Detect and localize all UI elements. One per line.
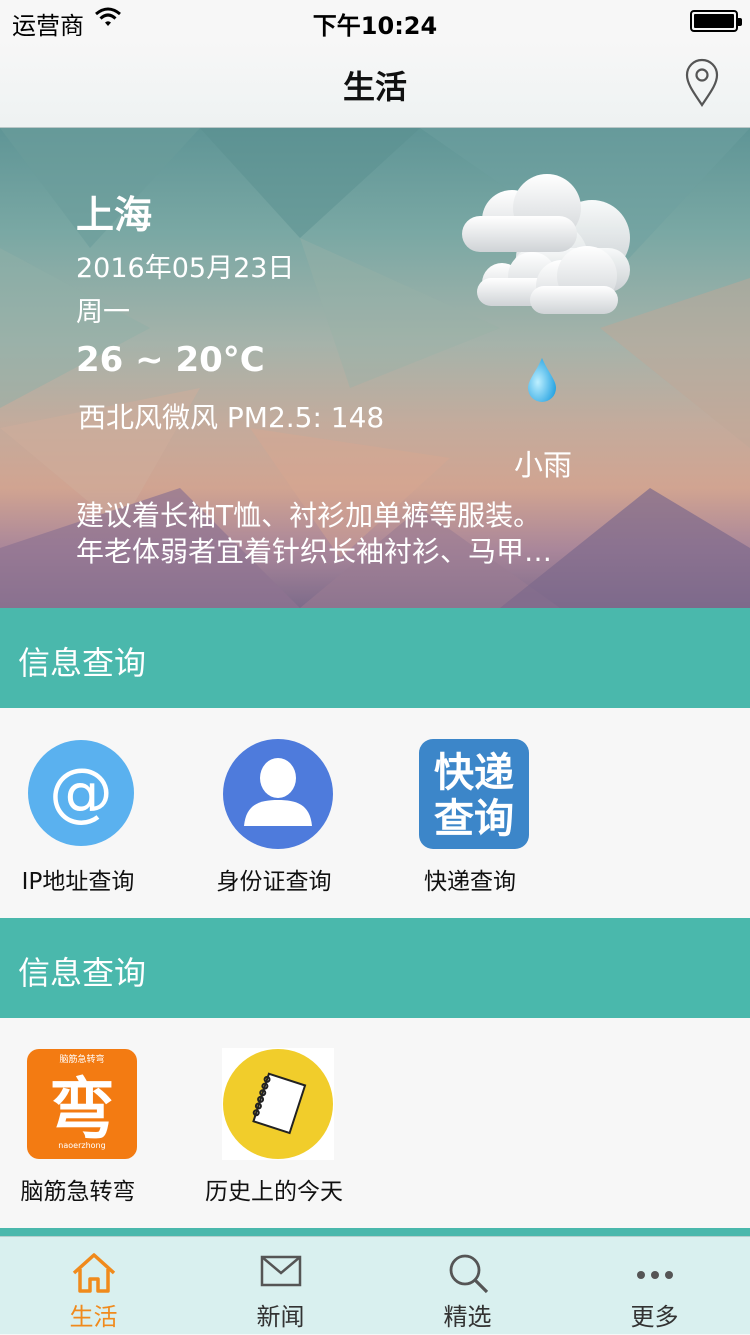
nav-bar: 生活 (0, 40, 750, 128)
svg-text:快递: 快递 (434, 750, 514, 796)
service-grid-2: 脑筋急转弯 弯 naoerzhong 脑筋急转弯 历史上的今天 (0, 1018, 750, 1228)
service-grid: @ IP地址查询 身份证查询 快递 查询 快递查询 (0, 708, 750, 918)
wind-pm25: 西北风微风 PM2.5: 148 (78, 401, 385, 434)
city-name: 上海 (76, 193, 153, 237)
item-label: IP地址查询 (21, 869, 135, 895)
svg-text:弯: 弯 (49, 1071, 115, 1148)
advice-line: 建议着长袖T恤、衬衫加单裤等服装。 (76, 499, 542, 532)
tab-featured[interactable]: 精选 (374, 1237, 561, 1335)
svg-text:naoerzhong: naoerzhong (58, 1141, 105, 1150)
weather-weekday: 周一 (76, 297, 130, 328)
tab-label: 新闻 (256, 1303, 305, 1331)
tab-more[interactable]: 更多 (561, 1237, 748, 1335)
location-pin-icon[interactable] (684, 58, 720, 112)
divider-strip (0, 1228, 750, 1236)
svg-text:查询: 查询 (434, 796, 514, 842)
mail-icon (187, 1251, 374, 1295)
advice-line: 年老体弱者宜着针织长袖衬衫、马甲… (76, 535, 553, 568)
section-title: 信息查询 (18, 644, 147, 682)
svg-text:@: @ (49, 756, 113, 830)
svg-text:脑筋急转弯: 脑筋急转弯 (59, 1053, 104, 1065)
tab-life[interactable]: 生活 (0, 1237, 187, 1335)
more-dots-icon (561, 1251, 748, 1295)
notebook-icon (222, 1048, 334, 1160)
section-header-info-query-2: 信息查询 (0, 918, 750, 1018)
rain-drop-icon (526, 356, 558, 408)
status-bar: 运营商 下午10:24 (0, 0, 750, 40)
page-title: 生活 (342, 68, 407, 106)
at-sign-icon: @ (26, 738, 136, 848)
cloudy-icon (452, 168, 642, 332)
person-icon (222, 738, 333, 849)
item-label: 快递查询 (424, 869, 516, 895)
clothing-advice: 建议着长袖T恤、衬衫加单裤等服装。 年老体弱者宜着针织长袖衬衫、马甲… (76, 498, 636, 570)
tab-news[interactable]: 新闻 (187, 1237, 374, 1335)
item-label: 脑筋急转弯 (20, 1179, 136, 1205)
tab-label: 生活 (69, 1303, 118, 1331)
express-query-icon: 快递 查询 (418, 738, 529, 849)
search-icon (374, 1251, 561, 1299)
item-label: 历史上的今天 (205, 1179, 343, 1205)
weather-card[interactable]: 上海 2016年05月23日 周一 26 ~ 20°C 西北风微风 PM2.5:… (0, 128, 750, 608)
brain-teaser-icon: 脑筋急转弯 弯 naoerzhong (26, 1048, 137, 1159)
status-time: 下午10:24 (312, 12, 438, 40)
battery-icon (690, 10, 742, 32)
temperature-range: 26 ~ 20°C (76, 340, 265, 380)
weather-date: 2016年05月23日 (76, 253, 295, 284)
tab-label: 精选 (443, 1303, 492, 1331)
tab-bar: 生活 新闻 精选 更多 (0, 1236, 750, 1334)
home-icon (0, 1251, 187, 1299)
section-title: 信息查询 (18, 954, 147, 992)
item-label: 身份证查询 (216, 869, 332, 895)
section-header-info-query: 信息查询 (0, 608, 750, 708)
tab-label: 更多 (630, 1303, 679, 1331)
weather-condition: 小雨 (514, 448, 573, 482)
